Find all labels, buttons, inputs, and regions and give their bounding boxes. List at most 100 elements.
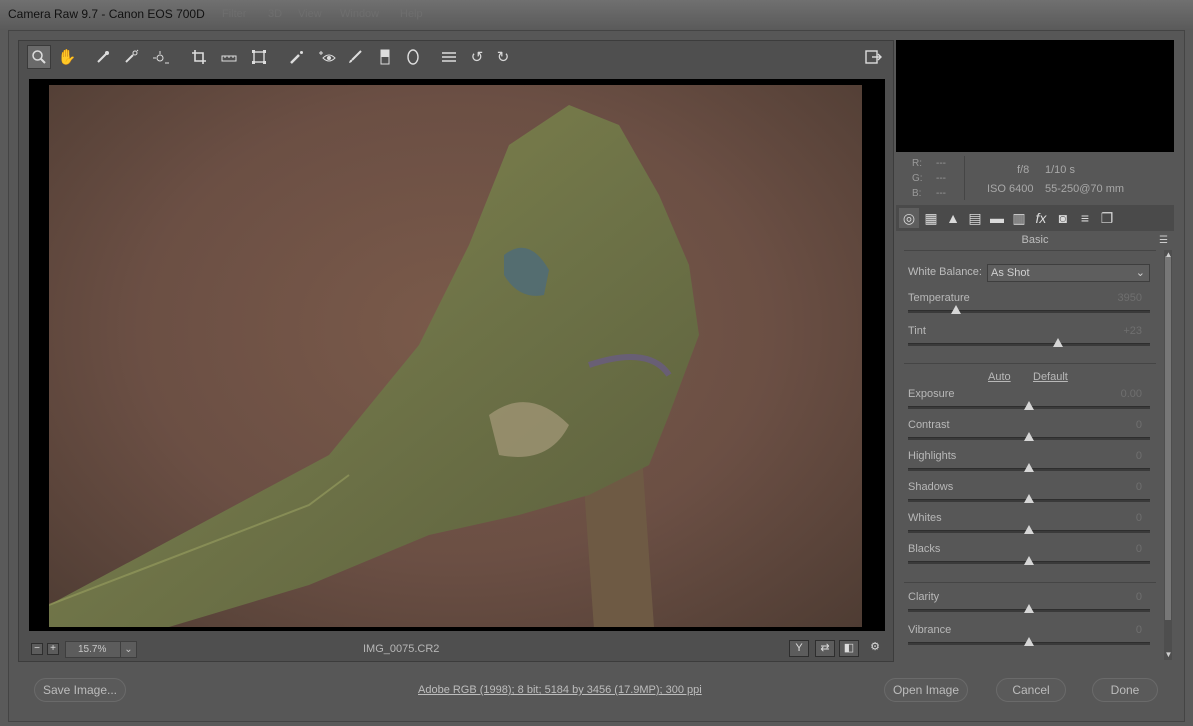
slider-thumb[interactable] xyxy=(1024,525,1034,534)
slider-clarity[interactable]: Clarity 0 xyxy=(908,591,1150,621)
tab-camera-calibration-icon[interactable]: ◙ xyxy=(1053,208,1073,228)
ghost-menu-filter: Filter xyxy=(222,8,247,20)
slider-value[interactable]: 0 xyxy=(1136,591,1142,603)
targeted-adjustment-tool-icon[interactable] xyxy=(149,45,173,69)
zoom-level-select[interactable]: 15.7% ⌄ xyxy=(65,641,137,658)
slider-thumb[interactable] xyxy=(1024,432,1034,441)
crop-tool-icon[interactable] xyxy=(187,45,211,69)
tab-tone-curve-icon[interactable]: ▦ xyxy=(921,208,941,228)
slider-track[interactable] xyxy=(908,310,1150,313)
auto-link[interactable]: Auto xyxy=(988,371,1011,383)
tab-split-toning-icon[interactable]: ▬ xyxy=(987,208,1007,228)
title-bar: Camera Raw 9.7 - Canon EOS 700D Filter 3… xyxy=(0,0,1193,30)
white-balance-tool-icon[interactable] xyxy=(91,45,115,69)
slider-label: Vibrance xyxy=(908,624,952,636)
info-divider xyxy=(964,156,965,200)
hand-tool-icon[interactable]: ✋ xyxy=(55,45,79,69)
divider xyxy=(904,250,1156,251)
view-settings-icon[interactable]: ⚙ xyxy=(865,640,885,657)
adjustment-brush-icon[interactable] xyxy=(343,45,367,69)
panel-scrollbar-thumb[interactable] xyxy=(1165,256,1171,620)
swap-before-after-button[interactable]: ⇄ xyxy=(815,640,835,657)
tab-basic-icon[interactable]: ◎ xyxy=(899,208,919,228)
rotate-ccw-icon[interactable]: ↺ xyxy=(465,45,489,69)
slider-temperature[interactable]: Temperature 3950 xyxy=(908,292,1150,322)
dialog-footer: Save Image... Adobe RGB (1998); 8 bit; 5… xyxy=(8,668,1185,712)
default-link[interactable]: Default xyxy=(1033,371,1068,383)
zoom-out-button[interactable]: − xyxy=(31,643,43,655)
slider-label: Shadows xyxy=(908,481,954,493)
panel-menu-icon[interactable]: ☰ xyxy=(1159,236,1171,246)
zoom-tool-icon[interactable] xyxy=(27,45,51,69)
slider-contrast[interactable]: Contrast 0 xyxy=(908,419,1150,449)
slider-whites[interactable]: Whites 0 xyxy=(908,512,1150,542)
panel-tabs: ◎ ▦ ▲ ▤ ▬ ▥ fx ◙ ≡ ❐ xyxy=(896,205,1174,231)
tab-presets-icon[interactable]: ≡ xyxy=(1075,208,1095,228)
graduated-filter-icon[interactable] xyxy=(373,45,397,69)
slider-value[interactable]: +23 xyxy=(1123,325,1142,337)
panel-title: Basic xyxy=(1021,234,1049,246)
slider-vibrance[interactable]: Vibrance 0 xyxy=(908,624,1150,654)
transform-tool-icon[interactable] xyxy=(247,45,271,69)
slider-thumb[interactable] xyxy=(1024,637,1034,646)
slider-value[interactable]: 0 xyxy=(1136,512,1142,524)
before-after-y-button[interactable]: Y xyxy=(789,640,809,657)
slider-thumb[interactable] xyxy=(1024,401,1034,410)
slider-blacks[interactable]: Blacks 0 xyxy=(908,543,1150,573)
workflow-options-link[interactable]: Adobe RGB (1998); 8 bit; 5184 by 3456 (1… xyxy=(418,684,702,696)
slider-value[interactable]: 0 xyxy=(1136,481,1142,493)
tab-hsl-icon[interactable]: ▤ xyxy=(965,208,985,228)
slider-value[interactable]: 3950 xyxy=(1118,292,1142,304)
tab-snapshots-icon[interactable]: ❐ xyxy=(1097,208,1117,228)
slider-thumb[interactable] xyxy=(1024,556,1034,565)
color-sampler-tool-icon[interactable] xyxy=(119,45,143,69)
slider-shadows[interactable]: Shadows 0 xyxy=(908,481,1150,511)
done-button[interactable]: Done xyxy=(1092,678,1158,702)
aperture: f/8 xyxy=(1017,164,1030,176)
ghost-menu-window: Window xyxy=(340,8,380,20)
image-canvas[interactable] xyxy=(29,79,885,631)
slider-label: Contrast xyxy=(908,419,950,431)
tab-detail-icon[interactable]: ▲ xyxy=(943,208,963,228)
copy-settings-button[interactable]: ◧ xyxy=(839,640,859,657)
scroll-up-icon[interactable]: ▲ xyxy=(1164,250,1173,259)
cancel-button[interactable]: Cancel xyxy=(996,678,1066,702)
save-image-button[interactable]: Save Image... xyxy=(34,678,126,702)
slider-value[interactable]: 0 xyxy=(1136,450,1142,462)
zoom-in-button[interactable]: + xyxy=(47,643,59,655)
slider-thumb[interactable] xyxy=(951,305,962,314)
slider-label: Clarity xyxy=(908,591,940,603)
slider-highlights[interactable]: Highlights 0 xyxy=(908,450,1150,480)
slider-thumb[interactable] xyxy=(1024,604,1034,613)
full-screen-toggle-icon[interactable] xyxy=(861,45,885,69)
slider-value[interactable]: 0 xyxy=(1136,543,1142,555)
slider-track[interactable] xyxy=(908,343,1150,346)
radial-filter-icon[interactable] xyxy=(401,45,425,69)
slider-exposure[interactable]: Exposure 0.00 xyxy=(908,388,1150,418)
slider-value[interactable]: 0.00 xyxy=(1121,388,1142,400)
chevron-down-icon: ⌄ xyxy=(1135,267,1145,279)
straighten-tool-icon[interactable] xyxy=(217,45,241,69)
slider-value[interactable]: 0 xyxy=(1136,624,1142,636)
slider-value[interactable]: 0 xyxy=(1136,419,1142,431)
lens: 55-250@70 mm xyxy=(1045,183,1125,195)
preferences-icon[interactable] xyxy=(437,45,461,69)
ghost-menu-view: View xyxy=(298,8,322,20)
scroll-down-icon[interactable]: ▼ xyxy=(1164,650,1173,659)
white-balance-select[interactable]: As Shot ⌄ xyxy=(987,264,1150,282)
g-value: --- xyxy=(936,173,946,184)
open-image-button[interactable]: Open Image xyxy=(884,678,968,702)
slider-tint[interactable]: Tint +23 xyxy=(908,325,1150,355)
ghost-menu-3d: 3D xyxy=(268,8,283,20)
chevron-down-icon[interactable]: ⌄ xyxy=(120,642,136,657)
spot-removal-tool-icon[interactable] xyxy=(285,45,309,69)
zoom-level-value: 15.7% xyxy=(78,644,107,655)
slider-label: Tint xyxy=(908,325,926,337)
red-eye-tool-icon[interactable] xyxy=(315,45,339,69)
rotate-cw-icon[interactable]: ↻ xyxy=(491,45,515,69)
slider-thumb[interactable] xyxy=(1024,463,1034,472)
slider-thumb[interactable] xyxy=(1053,338,1064,347)
slider-thumb[interactable] xyxy=(1024,494,1034,503)
tab-lens-corrections-icon[interactable]: ▥ xyxy=(1009,208,1029,228)
tab-effects-icon[interactable]: fx xyxy=(1031,208,1051,228)
